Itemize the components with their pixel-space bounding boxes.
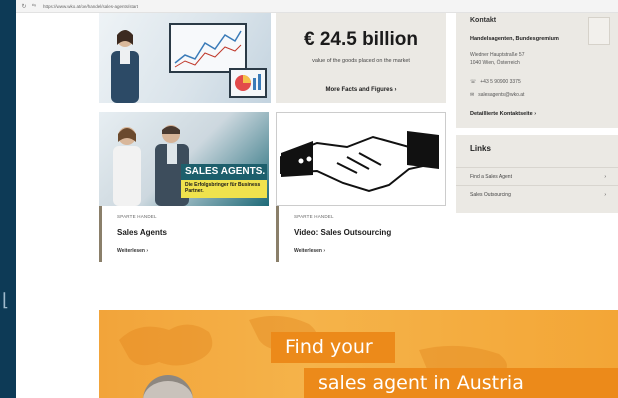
card-category: SPARTE HANDEL	[117, 214, 157, 219]
goods-value: € 24.5 billion	[303, 29, 419, 50]
chevron-right-icon: ›	[146, 248, 149, 254]
sales-agents-tagline: Die Erfolgsbringer für Business Partner.	[181, 180, 267, 198]
phone-icon: ☏	[470, 79, 477, 85]
chevron-right-icon: ›	[604, 191, 606, 198]
read-more-label[interactable]: Weiterlesen	[117, 248, 145, 254]
facts-box: € 24.5 billion value of the goods placed…	[276, 13, 446, 103]
card-accent-bar	[276, 206, 279, 262]
address-line-1: Wiedner Hauptstraße 57	[470, 52, 525, 58]
contact-email[interactable]: ✉ salesagents@wko.at	[470, 92, 524, 98]
read-more-link[interactable]: Weiterlesen ›	[294, 248, 325, 254]
browser-window: ↻ ⇆ https://www.wko.at/oe/handel/sales-a…	[16, 0, 618, 398]
businesswoman-illustration	[111, 30, 139, 103]
url-text[interactable]: https://www.wko.at/oe/handel/sales-agent…	[43, 4, 138, 9]
chevron-right-icon: ›	[323, 248, 326, 254]
card-sales-agents[interactable]: SALES AGENTS. Die Erfolgsbringer für Bus…	[99, 112, 269, 262]
card-accent-bar	[99, 206, 102, 262]
contact-org: Handelsagenten, Bundesgremium	[470, 36, 559, 42]
card-title[interactable]: Sales Agents	[117, 228, 167, 237]
read-more-link[interactable]: Weiterlesen ›	[117, 248, 148, 254]
chevron-right-icon: ›	[534, 111, 537, 117]
email-address[interactable]: salesagents@wko.at	[478, 92, 524, 98]
address-line-2: 1040 Wien, Österreich	[470, 60, 520, 66]
links-box: Links Find a Sales Agent › Sales Outsour…	[456, 135, 618, 213]
chevron-right-icon: ›	[604, 173, 606, 180]
sales-agents-image: SALES AGENTS. Die Erfolgsbringer für Bus…	[99, 112, 269, 206]
find-sales-agent-banner[interactable]: Find your sales agent in Austria	[99, 310, 618, 398]
link-label[interactable]: Find a Sales Agent	[470, 174, 512, 180]
chevron-right-icon: ›	[394, 87, 397, 93]
contact-address: Wiedner Hauptstraße 57 1040 Wien, Österr…	[470, 51, 524, 67]
handshake-image	[276, 112, 446, 206]
sales-agents-badge: SALES AGENTS.	[181, 164, 267, 180]
handshake-icon	[280, 131, 439, 193]
link-sales-outsourcing[interactable]: Sales Outsourcing ›	[456, 185, 618, 203]
read-more-label[interactable]: Weiterlesen	[294, 248, 322, 254]
link-label[interactable]: Sales Outsourcing	[470, 192, 511, 198]
side-bracket-icon: ⌊	[2, 290, 10, 311]
link-find-sales-agent[interactable]: Find a Sales Agent ›	[456, 167, 618, 185]
page-content: € 24.5 billion value of the goods placed…	[16, 13, 618, 398]
site-info-icon[interactable]: ⇆	[29, 3, 39, 9]
hero-image	[99, 13, 271, 103]
goods-value-description: value of the goods placed on the market	[312, 58, 410, 64]
monitor-chart	[169, 23, 247, 73]
banner-headline-1: Find your	[271, 332, 395, 363]
banner-headline-2: sales agent in Austria	[304, 368, 618, 398]
contact-page-link[interactable]: Detaillierte Kontaktseite ›	[470, 111, 536, 117]
more-facts-link[interactable]: More Facts and Figures ›	[276, 87, 446, 93]
reload-icon[interactable]: ↻	[19, 3, 29, 10]
phone-number[interactable]: +43 5 90900 3375	[480, 79, 520, 85]
more-facts-label[interactable]: More Facts and Figures	[325, 87, 392, 93]
address-bar[interactable]: ↻ ⇆ https://www.wko.at/oe/handel/sales-a…	[16, 0, 618, 13]
contact-box: Kontakt Handelsagenten, Bundesgremium Wi…	[456, 13, 618, 128]
document-icon	[588, 17, 610, 45]
tablet-chart	[229, 68, 267, 98]
card-title[interactable]: Video: Sales Outsourcing	[294, 228, 391, 237]
card-video-sales-outsourcing[interactable]: SPARTE HANDEL Video: Sales Outsourcing W…	[276, 112, 446, 262]
contact-heading: Kontakt	[470, 17, 497, 24]
card-category: SPARTE HANDEL	[294, 214, 334, 219]
contact-page-label[interactable]: Detaillierte Kontaktseite	[470, 111, 533, 117]
contact-phone[interactable]: ☏ +43 5 90900 3375	[470, 79, 521, 85]
links-heading: Links	[470, 144, 491, 153]
mail-icon: ✉	[470, 92, 475, 98]
